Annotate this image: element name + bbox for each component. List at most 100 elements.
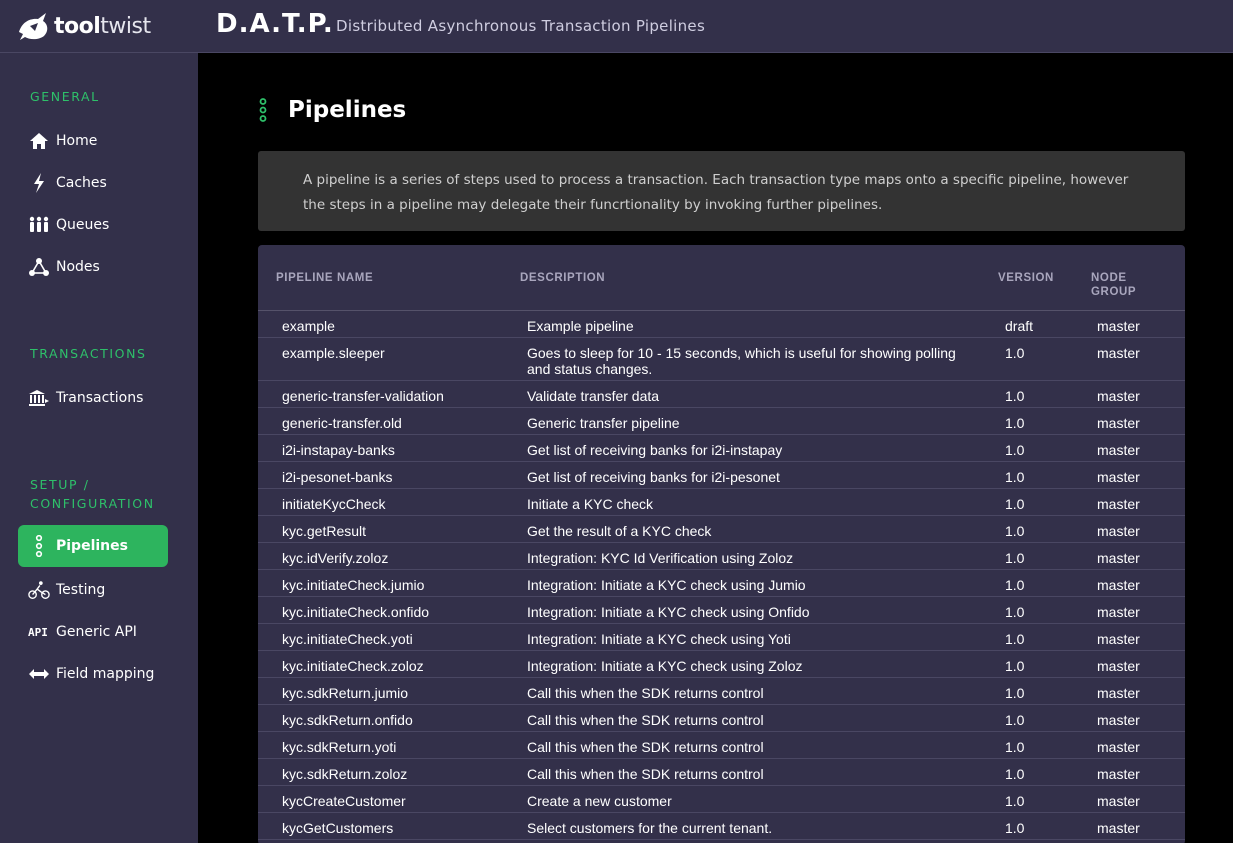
cell-description: Get list of receiving banks for i2i-peso… bbox=[527, 469, 780, 485]
sidebar: GENERAL Home Caches Queues Nodes TRANSAC… bbox=[0, 53, 198, 843]
cell-version: 1.0 bbox=[1005, 388, 1025, 404]
table-row[interactable]: generic-transfer.old Generic transfer pip… bbox=[258, 408, 1185, 435]
cell-node-group: master bbox=[1097, 318, 1140, 334]
top-bar: tooltwist D.A.T.P. Distributed Asynchron… bbox=[0, 0, 1233, 53]
cell-node-group: master bbox=[1097, 415, 1140, 431]
table-row[interactable]: i2i-pesonet-banks Get list of receiving b… bbox=[258, 462, 1185, 489]
table-row[interactable]: kyc.initiateCheck.yoti Integration: Initi… bbox=[258, 624, 1185, 651]
cell-version: draft bbox=[1005, 318, 1034, 334]
pipelines-table: PIPELINE NAME DESCRIPTION VERSION NODE G… bbox=[258, 245, 1185, 843]
cell-version: 1.0 bbox=[1005, 345, 1025, 361]
sidebar-item-generic-api[interactable]: API Generic API bbox=[18, 611, 168, 653]
pipeline-icon bbox=[28, 535, 50, 557]
cell-version: 1.0 bbox=[1005, 550, 1025, 566]
cell-node-group: master bbox=[1097, 658, 1140, 674]
cell-description: Create a new customer bbox=[527, 793, 672, 809]
table-header: PIPELINE NAME DESCRIPTION VERSION NODE G… bbox=[258, 245, 1185, 311]
cell-node-group: master bbox=[1097, 550, 1140, 566]
cell-node-group: master bbox=[1097, 766, 1140, 782]
main-content: Pipelines A pipeline is a series of step… bbox=[198, 53, 1233, 843]
sidebar-item-label: Generic API bbox=[56, 624, 137, 640]
table-row[interactable]: kyc.sdkReturn.yoti Call this when the SDK… bbox=[258, 732, 1185, 759]
cell-version: 1.0 bbox=[1005, 739, 1025, 755]
table-row[interactable]: example Example pipeline draft master bbox=[258, 311, 1185, 338]
table-row[interactable]: kyc.sdkReturn.zoloz Call this when the SD… bbox=[258, 759, 1185, 786]
page-header: Pipelines bbox=[258, 97, 406, 123]
table-row[interactable]: example.sleeper Goes to sleep for 10 - 15… bbox=[258, 338, 1185, 381]
sidebar-item-label: Nodes bbox=[56, 259, 100, 275]
cell-version: 1.0 bbox=[1005, 577, 1025, 593]
cell-description: Integration: Initiate a KYC check using … bbox=[527, 604, 810, 620]
table-row[interactable]: generic-transfer-validation Validate tran… bbox=[258, 381, 1185, 408]
table-row[interactable]: initiateKycCheck Initiate a KYC check 1.0 m… bbox=[258, 489, 1185, 516]
table-row[interactable]: kyc.initiateCheck.jumio Integration: Init… bbox=[258, 570, 1185, 597]
sidebar-item-label: Queues bbox=[56, 217, 110, 233]
cell-description: Get list of receiving banks for i2i-inst… bbox=[527, 442, 783, 458]
cell-version: 1.0 bbox=[1005, 712, 1025, 728]
cell-pipeline-name: kyc.initiateCheck.yoti bbox=[282, 631, 413, 647]
logo-text-bold: tool bbox=[54, 13, 101, 39]
column-header-pipeline-name[interactable]: PIPELINE NAME bbox=[276, 271, 373, 285]
cell-node-group: master bbox=[1097, 388, 1140, 404]
cell-node-group: master bbox=[1097, 469, 1140, 485]
table-row[interactable]: kyc.idVerify.zoloz Integration: KYC Id Ve… bbox=[258, 543, 1185, 570]
cell-pipeline-name: kyc.initiateCheck.onfido bbox=[282, 604, 430, 620]
section-title-setup-line1: SETUP / bbox=[30, 477, 90, 492]
page-title: Pipelines bbox=[288, 97, 407, 123]
table-row[interactable]: i2i-instapay-banks Get list of receiving … bbox=[258, 435, 1185, 462]
cell-node-group: master bbox=[1097, 577, 1140, 593]
cell-description: Integration: Initiate a KYC check using … bbox=[527, 658, 803, 674]
cell-pipeline-name: generic-transfer-validation bbox=[282, 388, 444, 404]
app-subtitle: Distributed Asynchronous Transaction Pip… bbox=[336, 17, 706, 35]
bank-icon bbox=[28, 387, 50, 409]
column-header-version[interactable]: VERSION bbox=[998, 271, 1054, 285]
section-title-general: GENERAL bbox=[30, 89, 100, 104]
table-row[interactable]: kyc.initiateCheck.zoloz Integration: Init… bbox=[258, 651, 1185, 678]
table-row[interactable]: kyc.sdkReturn.jumio Call this when the SD… bbox=[258, 678, 1185, 705]
cell-node-group: master bbox=[1097, 523, 1140, 539]
table-row[interactable]: kyc.getResult Get the result of a KYC che… bbox=[258, 516, 1185, 543]
home-icon bbox=[28, 130, 50, 152]
table-row[interactable]: kyc.sdkReturn.onfido Call this when the S… bbox=[258, 705, 1185, 732]
cell-pipeline-name: initiateKycCheck bbox=[282, 496, 386, 512]
sidebar-item-nodes[interactable]: Nodes bbox=[18, 246, 168, 288]
cell-pipeline-name: kyc.sdkReturn.jumio bbox=[282, 685, 409, 701]
sidebar-item-label: Transactions bbox=[56, 390, 144, 406]
column-header-description[interactable]: DESCRIPTION bbox=[520, 271, 605, 285]
cell-version: 1.0 bbox=[1005, 442, 1025, 458]
cell-version: 1.0 bbox=[1005, 631, 1025, 647]
cell-node-group: master bbox=[1097, 345, 1140, 361]
sidebar-item-pipelines[interactable]: Pipelines bbox=[18, 525, 168, 567]
cell-node-group: master bbox=[1097, 685, 1140, 701]
cell-node-group: master bbox=[1097, 793, 1140, 809]
api-icon: API bbox=[28, 621, 50, 643]
tooltwist-logo-icon bbox=[19, 13, 48, 40]
app-title: D.A.T.P. bbox=[216, 9, 334, 39]
cell-pipeline-name: generic-transfer.old bbox=[282, 415, 402, 431]
cell-description: Get the result of a KYC check bbox=[527, 523, 712, 539]
cell-pipeline-name: example.sleeper bbox=[282, 345, 385, 361]
column-header-node-group[interactable]: NODE GROUP bbox=[1091, 271, 1136, 299]
sidebar-item-testing[interactable]: Testing bbox=[18, 569, 168, 611]
cell-description: Call this when the SDK returns control bbox=[527, 685, 764, 701]
sidebar-item-caches[interactable]: Caches bbox=[18, 162, 168, 204]
arrows-horizontal-icon bbox=[28, 663, 50, 685]
sidebar-item-home[interactable]: Home bbox=[18, 120, 168, 162]
sidebar-item-field-mapping[interactable]: Field mapping bbox=[18, 653, 168, 695]
table-row[interactable]: kycCreateCustomer Create a new customer 1.… bbox=[258, 786, 1185, 813]
table-row[interactable]: kycGetCustomers Select customers for the … bbox=[258, 813, 1185, 840]
section-title-transactions: TRANSACTIONS bbox=[30, 346, 147, 361]
cell-description: Select customers for the current tenant. bbox=[527, 820, 773, 836]
pipelines-description: A pipeline is a series of steps used to … bbox=[258, 151, 1185, 231]
cell-description: Integration: Initiate a KYC check using … bbox=[527, 631, 791, 647]
tooltwist-logo[interactable]: tooltwist bbox=[16, 10, 151, 42]
cell-node-group: master bbox=[1097, 631, 1140, 647]
column-header-node-group-line1: NODE bbox=[1091, 272, 1127, 284]
sidebar-item-transactions[interactable]: Transactions bbox=[18, 377, 168, 419]
cell-description: Integration: Initiate a KYC check using … bbox=[527, 577, 806, 593]
cell-version: 1.0 bbox=[1005, 793, 1025, 809]
cell-version: 1.0 bbox=[1005, 820, 1025, 836]
sidebar-item-queues[interactable]: Queues bbox=[18, 204, 168, 246]
cell-version: 1.0 bbox=[1005, 604, 1025, 620]
table-row[interactable]: kyc.initiateCheck.onfido Integration: Ini… bbox=[258, 597, 1185, 624]
